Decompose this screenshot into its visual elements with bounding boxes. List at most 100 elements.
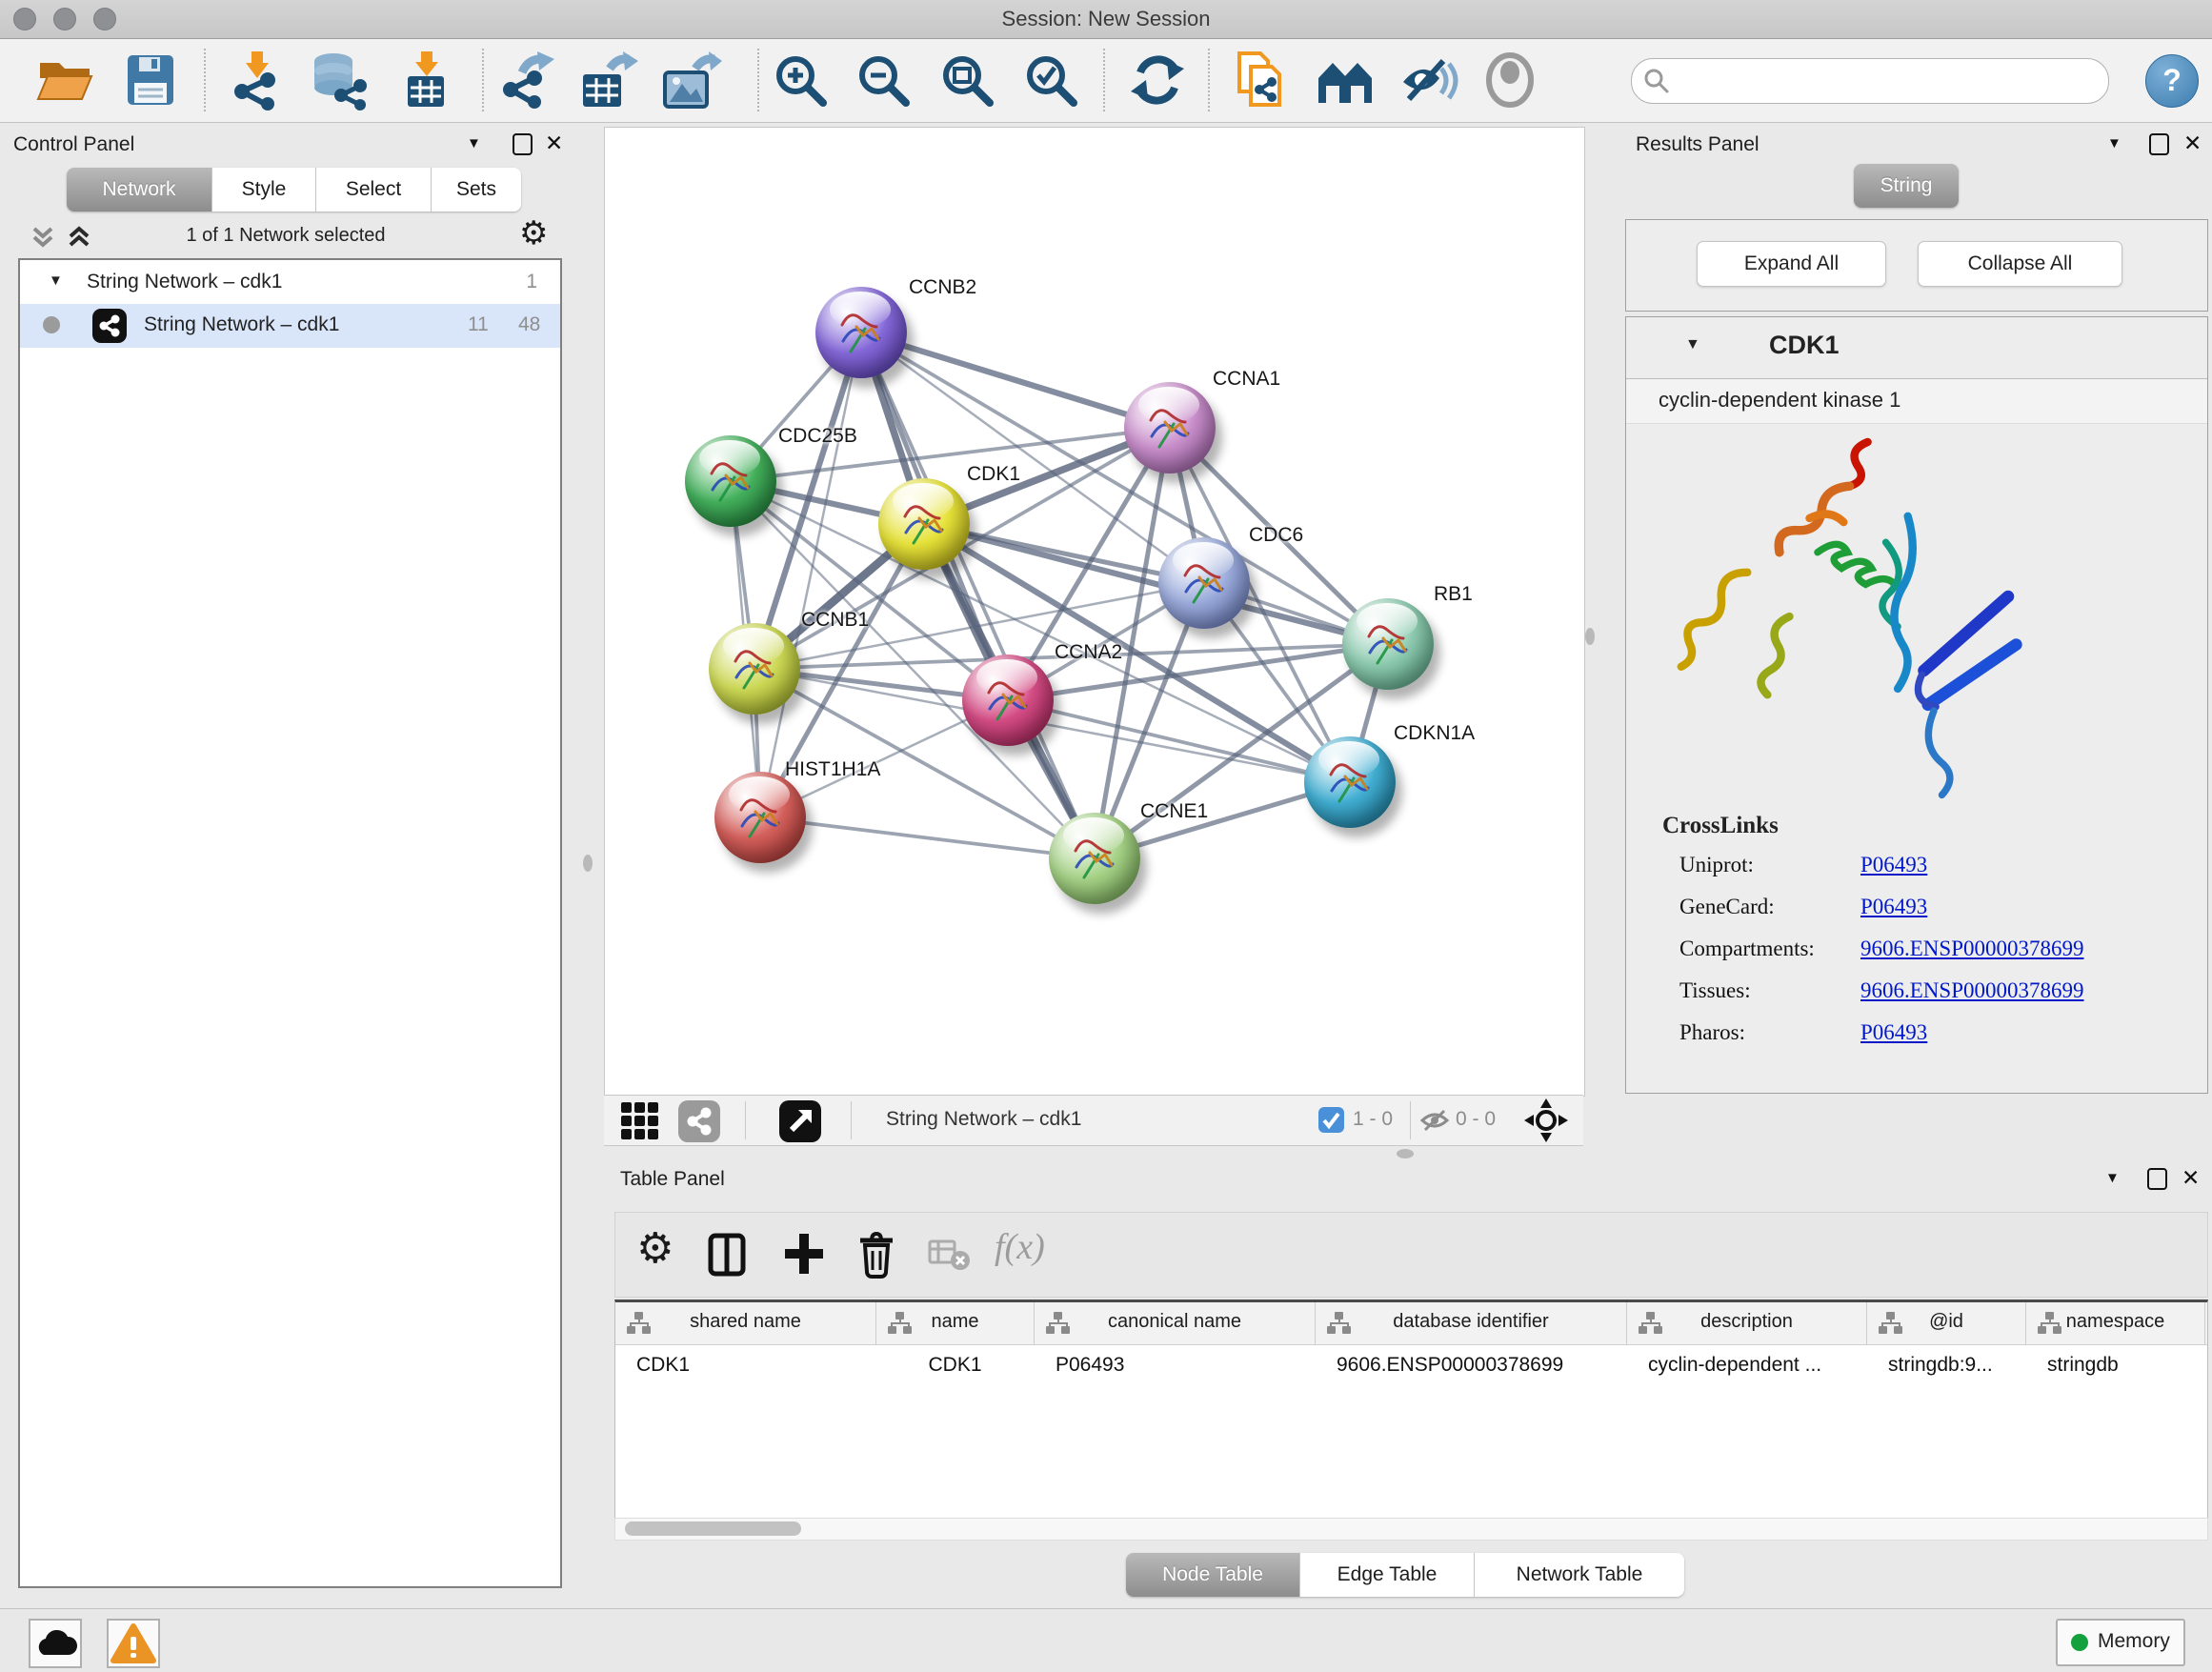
column-header-2[interactable]: canonical name xyxy=(1035,1302,1316,1344)
bottom-splitter-handle[interactable] xyxy=(1397,1149,1414,1158)
table-cell[interactable]: cyclin-dependent ... xyxy=(1627,1344,1887,1386)
crosslink-label: GeneCard: xyxy=(1679,895,1860,919)
network-node-CDC6[interactable] xyxy=(1158,537,1250,629)
search-input[interactable] xyxy=(1676,63,2099,97)
network-node-CCNA1[interactable] xyxy=(1124,382,1216,473)
tab-string[interactable]: String xyxy=(1854,164,1959,208)
collapse-all-button[interactable]: Collapse All xyxy=(1918,241,2122,287)
import-network-database-button[interactable] xyxy=(309,50,370,111)
network-edge[interactable] xyxy=(861,332,1095,858)
table-cell[interactable]: CDK1 xyxy=(615,1344,896,1386)
tab-select[interactable]: Select xyxy=(316,168,432,212)
network-node-HIST1H1A[interactable] xyxy=(714,772,806,863)
network-edge[interactable] xyxy=(760,817,1095,858)
hide-selected-button[interactable] xyxy=(1398,50,1458,111)
table-cell[interactable]: CDK1 xyxy=(876,1344,1034,1386)
external-view-icon[interactable] xyxy=(779,1100,821,1142)
crosslink-tissues-link[interactable]: 9606.ENSP00000378699 xyxy=(1860,978,2084,1003)
import-network-button[interactable] xyxy=(227,50,288,111)
cloud-button[interactable] xyxy=(29,1619,82,1668)
gene-disclosure-caret[interactable]: ▼ xyxy=(1685,336,1700,353)
zoom-fit-button[interactable] xyxy=(936,50,997,111)
refresh-layout-button[interactable] xyxy=(1127,50,1188,111)
zoom-selected-button[interactable] xyxy=(1020,50,1081,111)
save-session-button[interactable] xyxy=(120,50,181,111)
control-panel-float-button[interactable] xyxy=(513,133,533,155)
tab-edge-table[interactable]: Edge Table xyxy=(1300,1553,1475,1597)
column-header-0[interactable]: shared name xyxy=(615,1302,876,1344)
table-cell[interactable]: stringdb xyxy=(2026,1344,2212,1386)
network-row-selected[interactable]: String Network – cdk1 11 48 xyxy=(20,304,560,348)
network-node-CCNB2[interactable] xyxy=(815,287,907,378)
column-header-5[interactable]: @id xyxy=(1867,1302,2026,1344)
table-panel-close-button[interactable]: ✕ xyxy=(2182,1168,2200,1187)
table-cell[interactable]: stringdb:9... xyxy=(1867,1344,2046,1386)
tab-style[interactable]: Style xyxy=(212,168,316,212)
tab-node-table[interactable]: Node Table xyxy=(1126,1553,1300,1597)
table-cell[interactable]: P06493 xyxy=(1035,1344,1336,1386)
gear-icon[interactable]: ⚙ xyxy=(519,214,548,252)
crosslink-pharos-link[interactable]: P06493 xyxy=(1860,1020,1927,1045)
warning-icon xyxy=(109,1621,158,1666)
column-header-6[interactable]: namespace xyxy=(2026,1302,2205,1344)
network-node-CDC25B[interactable] xyxy=(685,435,776,527)
show-columns-icon[interactable] xyxy=(707,1232,749,1278)
export-network-button[interactable] xyxy=(495,50,556,111)
network-node-CCNA2[interactable] xyxy=(962,655,1054,746)
cloud-icon xyxy=(30,1621,80,1666)
network-edge[interactable] xyxy=(924,524,1388,644)
results-panel-close-button[interactable]: ✕ xyxy=(2183,133,2202,152)
column-header-3[interactable]: database identifier xyxy=(1316,1302,1627,1344)
network-node-RB1[interactable] xyxy=(1342,598,1434,690)
network-canvas[interactable]: CCNB2CCNA1CDC25BCDK1CDC6RB1CCNB1CCNA2CDK… xyxy=(604,127,1585,1097)
import-table-button[interactable] xyxy=(392,50,453,111)
help-button[interactable]: ? xyxy=(2145,54,2199,108)
create-column-plus-icon[interactable] xyxy=(783,1232,825,1278)
column-header-4[interactable]: description xyxy=(1627,1302,1867,1344)
tab-network-table[interactable]: Network Table xyxy=(1475,1553,1684,1597)
results-panel-float-button[interactable] xyxy=(2149,133,2169,155)
network-share-icon[interactable] xyxy=(678,1100,720,1142)
open-session-button[interactable] xyxy=(34,50,95,111)
gene-card-header[interactable]: ▼ CDK1 xyxy=(1626,317,2207,379)
selected-checkbox-icon[interactable] xyxy=(1318,1107,1344,1133)
first-neighbors-button[interactable] xyxy=(1315,50,1376,111)
crosslink-uniprot-link[interactable]: P06493 xyxy=(1860,853,1927,877)
table-cell[interactable]: 9606.ENSP00000378699 xyxy=(1316,1344,1647,1386)
table-settings-gear-icon[interactable]: ⚙ xyxy=(636,1224,674,1273)
table-hscrollbar-thumb[interactable] xyxy=(625,1521,801,1536)
right-splitter-handle[interactable] xyxy=(1585,628,1595,645)
birds-eye-grid-icon[interactable] xyxy=(619,1100,661,1142)
control-panel-menu-caret[interactable]: ▼ xyxy=(467,135,481,151)
delete-column-trash-icon[interactable] xyxy=(855,1230,897,1279)
collection-disclosure-caret[interactable]: ▼ xyxy=(49,272,63,289)
results-panel-menu-caret[interactable]: ▼ xyxy=(2107,135,2122,151)
column-header-1[interactable]: name xyxy=(876,1302,1035,1344)
memory-button[interactable]: Memory xyxy=(2056,1619,2185,1666)
show-all-button[interactable] xyxy=(1481,50,1542,111)
network-collection-row[interactable]: ▼ String Network – cdk1 1 xyxy=(20,265,560,305)
warnings-button[interactable] xyxy=(107,1619,160,1668)
left-splitter-handle[interactable] xyxy=(583,855,593,872)
tab-network[interactable]: Network xyxy=(67,168,212,212)
gene-result-card: ▼ CDK1 cyclin-dependent kinase 1 CrossLi… xyxy=(1625,316,2208,1094)
expand-all-button[interactable]: Expand All xyxy=(1697,241,1886,287)
crosslink-compartments-link[interactable]: 9606.ENSP00000378699 xyxy=(1860,937,2084,961)
zoom-in-button[interactable] xyxy=(770,50,831,111)
network-edge[interactable] xyxy=(760,332,861,817)
tab-sets[interactable]: Sets xyxy=(432,168,521,212)
export-image-button[interactable] xyxy=(661,50,722,111)
table-panel-float-button[interactable] xyxy=(2147,1168,2167,1190)
network-node-CDK1[interactable] xyxy=(878,478,970,570)
network-node-CCNB1[interactable] xyxy=(709,623,800,715)
crosshair-icon[interactable] xyxy=(1524,1098,1568,1142)
search-field[interactable] xyxy=(1631,58,2109,104)
zoom-out-button[interactable] xyxy=(853,50,914,111)
network-node-CDKN1A[interactable] xyxy=(1304,736,1396,828)
control-panel-close-button[interactable]: ✕ xyxy=(545,133,563,152)
copy-network-button[interactable] xyxy=(1230,50,1291,111)
table-panel-menu-caret[interactable]: ▼ xyxy=(2105,1170,2120,1186)
network-node-CCNE1[interactable] xyxy=(1049,813,1140,904)
crosslink-genecard-link[interactable]: P06493 xyxy=(1860,895,1927,919)
export-table-button[interactable] xyxy=(577,50,638,111)
